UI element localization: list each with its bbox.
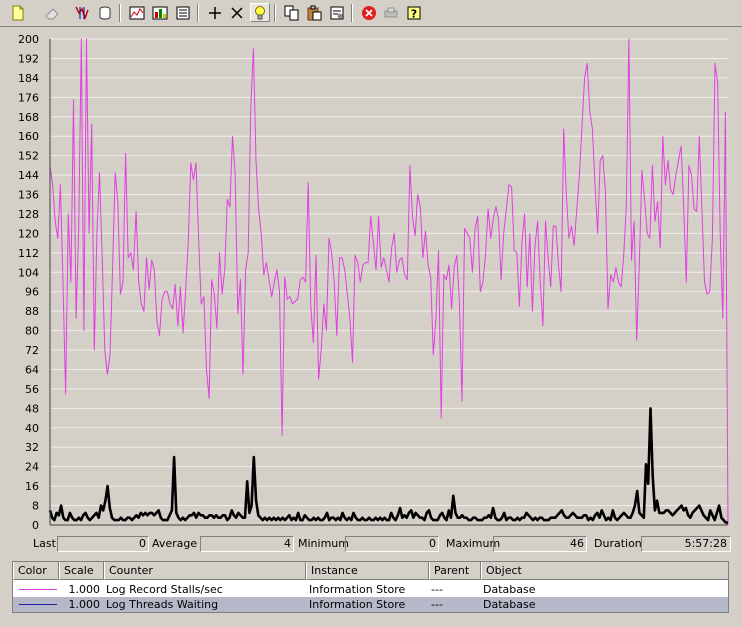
y-tick-label: 72 <box>25 344 39 357</box>
eraser-icon <box>45 7 59 19</box>
header-instance[interactable]: Instance <box>306 562 429 580</box>
y-tick-label: 88 <box>25 305 39 318</box>
view-report-button[interactable] <box>173 3 193 22</box>
header-scale[interactable]: Scale <box>59 562 104 580</box>
duration-label: Duration <box>594 537 642 550</box>
new-counter-set-button[interactable] <box>8 3 28 22</box>
graph-icon <box>129 6 145 19</box>
header-color[interactable]: Color <box>13 562 59 580</box>
copy-properties-button[interactable] <box>282 3 302 22</box>
paste-counter-list-button[interactable] <box>304 3 324 22</box>
legend-row[interactable]: 1.000 Log Record Stalls/sec Information St… <box>13 582 728 597</box>
y-tick-label: 64 <box>25 363 39 376</box>
svg-text:?: ? <box>411 7 417 20</box>
view-current-activity-button[interactable] <box>72 3 92 22</box>
legend-instance-cell: Information Store <box>309 598 406 611</box>
legend-header: Color Scale Counter Instance Parent Obje… <box>13 562 728 580</box>
y-tick-label: 192 <box>18 52 39 65</box>
y-tick-label: 136 <box>18 189 39 202</box>
new-document-icon <box>12 5 24 20</box>
header-counter[interactable]: Counter <box>104 562 306 580</box>
view-graph-button[interactable] <box>127 3 147 22</box>
minimum-value: 0 <box>429 537 436 550</box>
highlight-button[interactable] <box>250 3 270 22</box>
help-button[interactable]: ? <box>404 3 424 22</box>
legend-scale-cell: 1.000 <box>68 583 101 596</box>
update-data-button[interactable] <box>381 3 401 22</box>
add-counter-button[interactable] <box>205 3 225 22</box>
clear-display-button[interactable] <box>42 3 62 22</box>
update-icon <box>384 7 398 17</box>
histogram-icon <box>152 6 168 19</box>
chart: 2001921841761681601521441361281201121049… <box>18 33 729 532</box>
y-tick-label: 200 <box>18 33 39 46</box>
toolbar: ? <box>0 0 742 27</box>
color-swatch <box>19 589 57 590</box>
y-tick-label: 112 <box>18 247 39 260</box>
y-tick-label: 128 <box>18 208 39 221</box>
activity-icon <box>75 6 89 20</box>
legend-parent-cell: --- <box>431 583 443 596</box>
legend-object-cell: Database <box>483 583 536 596</box>
legend-counter-cell: Log Threads Waiting <box>106 598 219 611</box>
y-tick-label: 96 <box>25 286 39 299</box>
maximum-value: 46 <box>570 537 584 550</box>
y-tick-label: 104 <box>18 266 39 279</box>
average-label: Average <box>152 537 198 550</box>
lightbulb-icon <box>255 5 265 19</box>
freeze-display-button[interactable] <box>359 3 379 22</box>
y-tick-label: 144 <box>18 169 39 182</box>
view-log-data-button[interactable] <box>95 3 115 22</box>
last-value: 0 <box>139 537 146 550</box>
header-object[interactable]: Object <box>481 562 728 580</box>
y-tick-label: 184 <box>18 72 39 85</box>
y-tick-label: 120 <box>18 227 39 240</box>
y-tick-label: 32 <box>25 441 39 454</box>
y-tick-label: 176 <box>18 91 39 104</box>
y-tick-label: 56 <box>25 383 39 396</box>
counter-legend: Color Scale Counter Instance Parent Obje… <box>12 561 729 613</box>
header-parent[interactable]: Parent <box>429 562 481 580</box>
legend-counter-cell: Log Record Stalls/sec <box>106 583 223 596</box>
average-value: 4 <box>284 537 291 550</box>
y-tick-label: 80 <box>25 325 39 338</box>
y-tick-label: 24 <box>25 461 39 474</box>
stats-bar: Last 0 Average 4 Minimum 0 Maximum 46 Du… <box>0 535 742 553</box>
y-tick-label: 8 <box>32 500 39 513</box>
paste-icon <box>307 5 322 20</box>
y-tick-label: 152 <box>18 150 39 163</box>
y-tick-label: 48 <box>25 402 39 415</box>
y-tick-label: 16 <box>25 480 39 493</box>
legend-row[interactable]: 1.000 Log Threads Waiting Information Stor… <box>13 597 728 612</box>
report-icon <box>176 6 190 19</box>
y-tick-label: 160 <box>18 130 39 143</box>
copy-icon <box>284 5 299 20</box>
legend-object-cell: Database <box>483 598 536 611</box>
legend-instance-cell: Information Store <box>309 583 406 596</box>
delete-counter-button[interactable] <box>227 3 247 22</box>
last-label: Last <box>33 537 56 550</box>
color-swatch <box>19 604 57 605</box>
properties-icon <box>330 6 344 19</box>
y-tick-label: 168 <box>18 111 39 124</box>
duration-value: 5:57:28 <box>684 537 727 550</box>
stop-icon <box>362 5 376 20</box>
properties-button[interactable] <box>327 3 347 22</box>
plus-icon <box>209 6 221 19</box>
y-tick-label: 0 <box>32 519 39 532</box>
minimum-label: Minimum <box>298 537 349 550</box>
y-tick-label: 40 <box>25 422 39 435</box>
legend-parent-cell: --- <box>431 598 443 611</box>
database-icon <box>99 6 111 20</box>
legend-scale-cell: 1.000 <box>68 598 101 611</box>
help-icon: ? <box>407 6 421 20</box>
view-histogram-button[interactable] <box>150 3 170 22</box>
x-icon <box>231 6 243 19</box>
